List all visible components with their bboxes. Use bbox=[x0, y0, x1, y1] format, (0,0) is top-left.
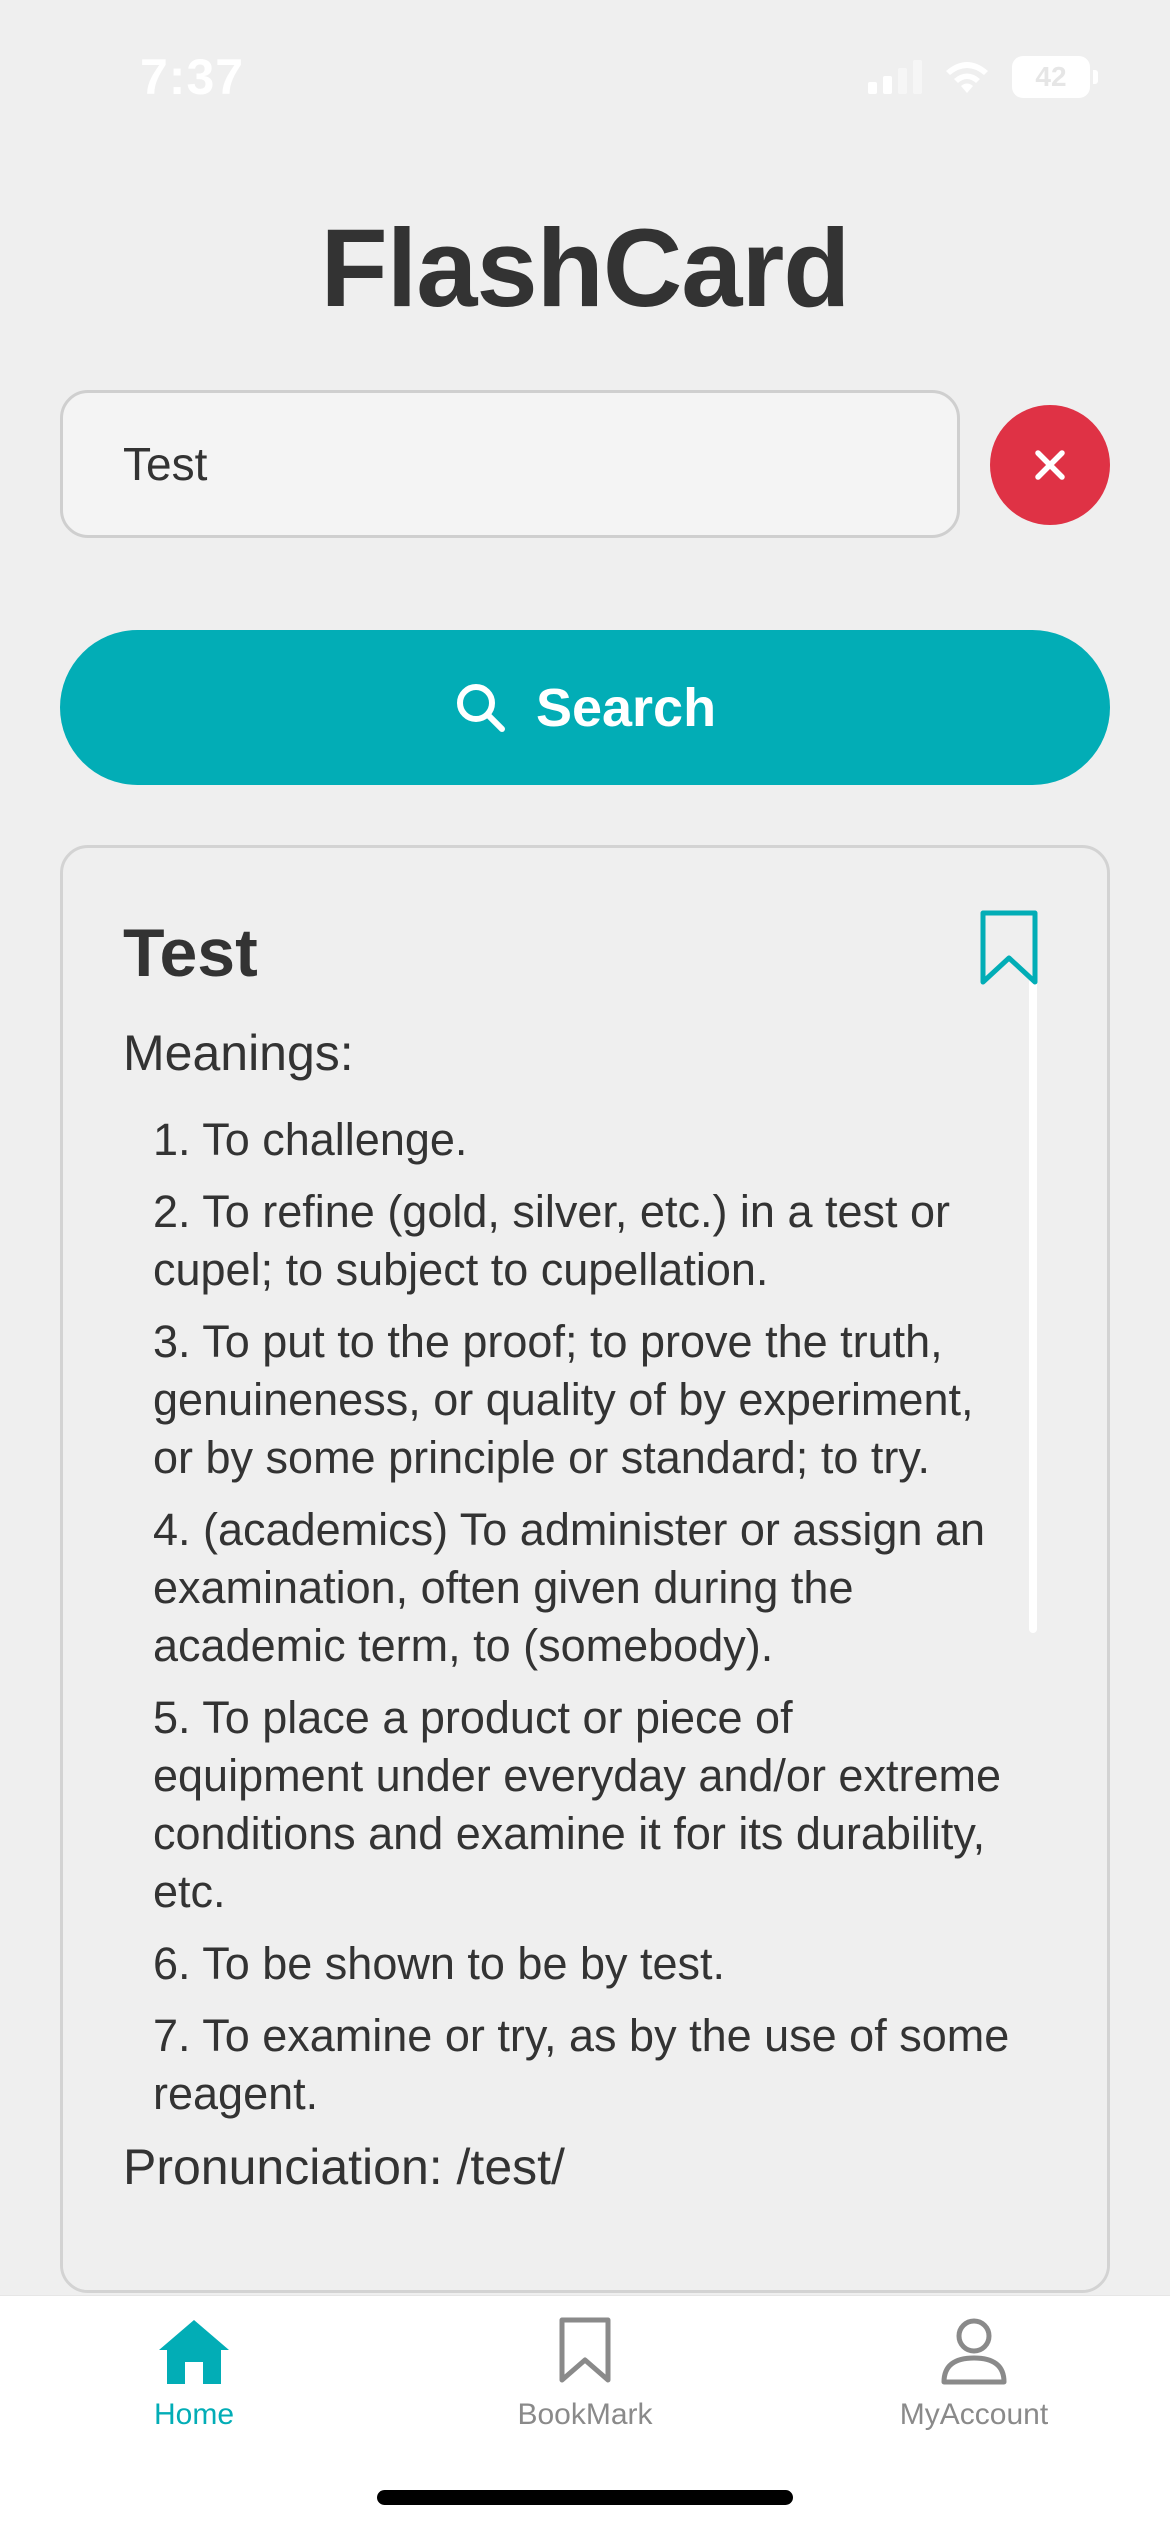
meaning-list: 1. To challenge. 2. To refine (gold, sil… bbox=[123, 1111, 1013, 2123]
pronunciation: Pronunciation: /test/ bbox=[123, 2139, 565, 2195]
battery-icon: 42 bbox=[1012, 56, 1098, 98]
tab-label-account: MyAccount bbox=[899, 2398, 1049, 2431]
tab-home[interactable]: Home bbox=[44, 2316, 344, 2466]
cellular-signal-icon bbox=[868, 60, 922, 94]
clear-button[interactable] bbox=[990, 405, 1110, 525]
list-item: 6. To be shown to be by test. bbox=[153, 1938, 726, 1989]
user-icon bbox=[941, 2318, 1007, 2385]
result-content: Test Meanings: 1. To challenge. 2. To re… bbox=[123, 913, 1033, 2197]
search-icon bbox=[456, 683, 505, 732]
bookmark-button[interactable] bbox=[978, 908, 1050, 988]
tab-account[interactable]: MyAccount bbox=[824, 2316, 1124, 2466]
home-icon bbox=[159, 2320, 229, 2384]
result-card[interactable]: Test Meanings: 1. To challenge. 2. To re… bbox=[60, 845, 1110, 2293]
close-icon bbox=[1035, 450, 1065, 480]
status-time: 7:37 bbox=[140, 49, 245, 105]
word-title: Test bbox=[123, 915, 258, 991]
list-item: 7. To examine or try, as by the use of s… bbox=[153, 2010, 1010, 2119]
home-indicator bbox=[377, 2490, 793, 2505]
tab-label-home: Home bbox=[153, 2398, 235, 2431]
list-item: 1. To challenge. bbox=[153, 1114, 468, 1165]
search-button[interactable]: Search bbox=[60, 630, 1110, 785]
bookmark-icon bbox=[559, 2317, 611, 2383]
list-item: 5. To place a product or piece of equipm… bbox=[153, 1692, 1001, 1917]
card-bottom-edge bbox=[63, 2220, 1107, 2290]
list-item: 3. To put to the proof; to prove the tru… bbox=[153, 1316, 974, 1483]
status-bar: 7:37 42 bbox=[0, 0, 1170, 150]
app-title: FlashCard bbox=[320, 207, 851, 330]
search-input[interactable] bbox=[60, 390, 960, 538]
tab-bookmark[interactable]: BookMark bbox=[435, 2316, 735, 2466]
search-button-label: Search bbox=[535, 677, 717, 738]
scrollbar[interactable] bbox=[1029, 978, 1037, 1633]
meanings-label: Meanings: bbox=[123, 1025, 354, 1081]
tab-label-bookmark: BookMark bbox=[517, 2398, 653, 2431]
status-icons: 42 bbox=[868, 56, 1098, 98]
bookmark-icon bbox=[980, 910, 1038, 985]
battery-level: 42 bbox=[1035, 61, 1067, 92]
wifi-icon bbox=[946, 62, 988, 93]
list-item: 2. To refine (gold, silver, etc.) in a t… bbox=[153, 1186, 951, 1295]
list-item: 4. (academics) To administer or assign a… bbox=[153, 1504, 986, 1671]
